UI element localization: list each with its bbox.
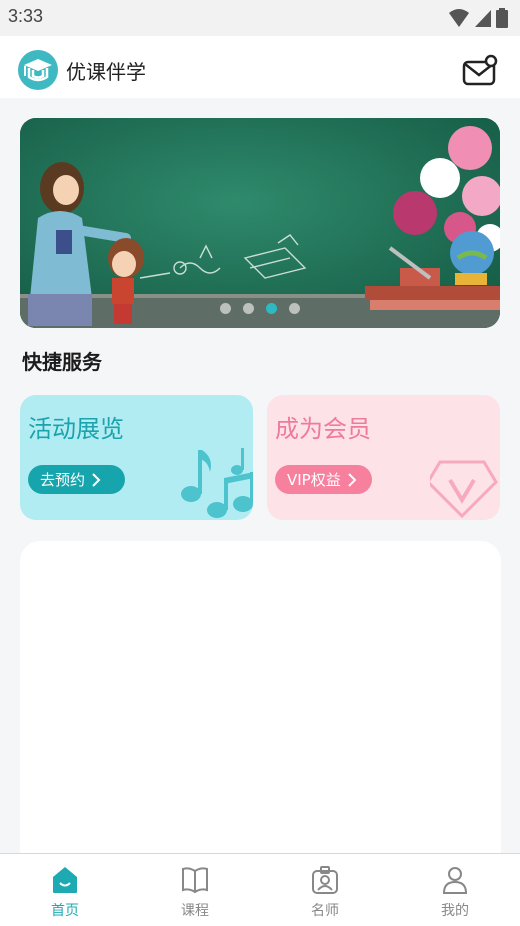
carousel-dot[interactable]	[220, 303, 231, 314]
carousel-dot[interactable]	[289, 303, 300, 314]
tab-home[interactable]: 首页	[0, 854, 130, 926]
carousel-dot[interactable]	[243, 303, 254, 314]
tab-label: 首页	[51, 903, 79, 919]
home-icon	[53, 867, 77, 893]
user-icon	[442, 867, 468, 894]
bottom-tab-bar: 首页 课程 名师 我的	[0, 853, 520, 926]
vip-benefits-button-label: VIP权益	[287, 471, 341, 489]
tab-label: 课程	[181, 903, 209, 919]
battery-icon	[496, 8, 508, 28]
app-logo-icon	[18, 50, 58, 90]
tab-label: 我的	[441, 903, 469, 919]
carousel-dot-active[interactable]	[266, 303, 277, 314]
banner-image	[20, 118, 500, 328]
activity-exhibition-card[interactable]: 活动展览 去预约	[20, 395, 253, 520]
become-member-card[interactable]: 成为会员 VIP权益	[267, 395, 500, 520]
signal-icon	[475, 10, 491, 27]
chevron-right-icon	[92, 472, 101, 487]
wifi-icon	[449, 9, 469, 27]
carousel-indicator	[20, 303, 500, 314]
home-content: 快捷服务 活动展览 去预约 成为会员 VIP权益	[0, 98, 520, 871]
tab-mine[interactable]: 我的	[390, 854, 520, 926]
section-title-quick-services: 快捷服务	[22, 350, 102, 374]
card-title: 活动展览	[28, 415, 124, 443]
reserve-button-label: 去预约	[40, 471, 86, 489]
tab-teachers[interactable]: 名师	[260, 854, 390, 926]
vip-diamond-icon	[430, 460, 498, 519]
status-icons	[448, 8, 508, 28]
teacher-badge-icon	[312, 866, 338, 894]
chevron-right-icon	[348, 472, 357, 487]
reserve-button[interactable]: 去预约	[28, 465, 125, 494]
card-title: 成为会员	[275, 415, 371, 443]
status-time: 3:33	[8, 6, 44, 26]
vip-benefits-button[interactable]: VIP权益	[275, 465, 372, 494]
banner-carousel[interactable]	[20, 118, 500, 328]
app-title: 优课伴学	[66, 60, 146, 84]
music-note-icon	[181, 448, 253, 518]
tab-label: 名师	[311, 903, 339, 919]
book-icon	[182, 867, 208, 894]
app-bar: 优课伴学	[0, 36, 520, 98]
content-panel	[20, 541, 501, 871]
tab-courses[interactable]: 课程	[130, 854, 260, 926]
status-bar: 3:33	[0, 0, 520, 36]
message-icon[interactable]	[462, 54, 498, 88]
